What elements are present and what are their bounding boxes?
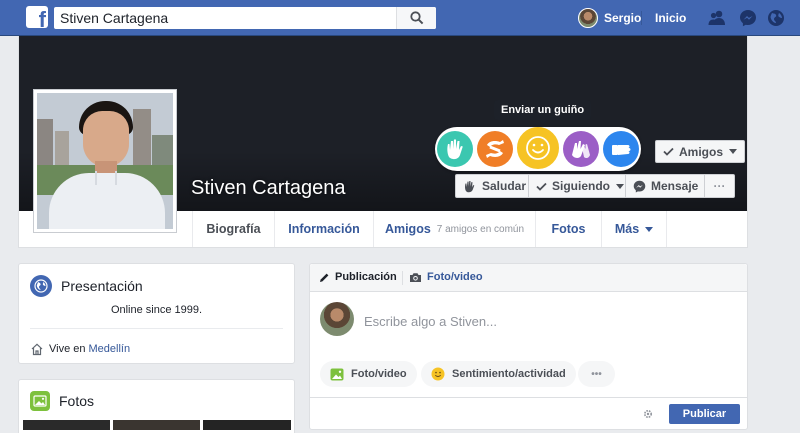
photo-video-label: Foto/video — [351, 368, 407, 380]
settings-icon[interactable] — [642, 408, 654, 420]
profile-photo-image — [37, 93, 173, 229]
more-options-button[interactable]: ··· — [704, 174, 735, 198]
following-button-label: Siguiendo — [552, 179, 610, 193]
tab-information[interactable]: Información — [274, 211, 373, 247]
user-name: Sergio — [604, 11, 642, 25]
wave-hand-icon[interactable] — [437, 131, 473, 167]
composer-more-button[interactable]: ••• — [578, 361, 615, 387]
divider — [30, 328, 283, 329]
home-link[interactable]: Inicio — [655, 11, 686, 25]
chevron-down-icon — [729, 149, 738, 154]
friends-dropdown-button[interactable]: Amigos — [655, 140, 746, 163]
avatar — [578, 8, 598, 28]
wave-picker — [435, 127, 641, 171]
search-box — [54, 7, 436, 29]
tab-label: Información — [288, 222, 360, 236]
lives-in-label: Vive en — [49, 343, 86, 355]
tab-post[interactable]: Publicación — [319, 271, 397, 283]
composer-input[interactable]: Escribe algo a Stiven... — [364, 314, 497, 329]
mutual-friends-count: 7 amigos en común — [436, 223, 525, 235]
lives-in-row: Vive en Medellín — [30, 342, 130, 356]
search-button[interactable] — [396, 7, 436, 29]
more-icon: ··· — [713, 179, 726, 193]
check-icon — [663, 147, 674, 156]
message-button[interactable]: Mensaje — [625, 174, 705, 198]
collar — [95, 171, 117, 185]
search-input[interactable] — [54, 7, 394, 29]
divider — [641, 11, 642, 25]
smiley-icon — [431, 367, 445, 381]
profile-tabs: Biografía Información Amigos 7 amigos en… — [19, 211, 747, 247]
facebook-logo-icon[interactable]: f — [26, 6, 48, 28]
feeling-activity-label: Sentimiento/actividad — [452, 368, 566, 380]
profile-name[interactable]: Stiven Cartagena — [191, 177, 346, 200]
photos-header: Fotos — [30, 391, 94, 411]
globe-notifications-icon[interactable] — [767, 9, 785, 27]
intro-header: Presentación — [30, 275, 143, 297]
photo-icon — [330, 368, 344, 381]
photo-icon — [30, 391, 50, 411]
message-button-label: Mensaje — [651, 179, 699, 193]
composer-tabs: Publicación Foto/video — [310, 264, 747, 292]
tab-friends[interactable]: Amigos 7 amigos en común — [373, 211, 535, 247]
tab-label: Más — [614, 222, 640, 236]
divider — [402, 271, 403, 285]
tab-label: Amigos — [384, 222, 431, 236]
tab-label: Foto/video — [427, 271, 483, 283]
photo-thumbnail[interactable] — [23, 420, 110, 430]
publish-button[interactable]: Publicar — [669, 404, 740, 424]
messenger-icon — [633, 180, 646, 193]
chevron-down-icon — [616, 183, 624, 189]
post-composer: Publicación Foto/video Escribe algo a St… — [309, 263, 748, 430]
fist-bump-icon[interactable] — [603, 131, 639, 167]
tab-photo-video[interactable]: Foto/video — [409, 271, 483, 283]
intro-title: Presentación — [61, 278, 143, 294]
following-dropdown-button[interactable]: Siguiendo — [528, 174, 626, 198]
friend-requests-icon[interactable] — [708, 9, 726, 27]
messenger-icon[interactable] — [739, 9, 757, 27]
check-icon — [536, 182, 547, 191]
smile-icon[interactable] — [517, 127, 559, 169]
city-link[interactable]: Medellín — [89, 343, 131, 355]
tab-label: Publicación — [335, 271, 397, 283]
hug-icon[interactable] — [477, 131, 513, 167]
high-five-icon[interactable] — [563, 131, 599, 167]
publish-button-label: Publicar — [682, 408, 727, 420]
intro-bio: Online since 1999. — [110, 304, 203, 316]
avatar — [320, 302, 354, 336]
photos-card: Fotos — [18, 379, 295, 433]
photo-thumbnail[interactable] — [113, 420, 200, 430]
pencil-icon — [320, 273, 329, 282]
globe-icon — [30, 275, 52, 297]
composer-footer: Publicar — [310, 397, 747, 429]
tab-biography[interactable]: Biografía — [192, 211, 274, 247]
house-icon — [31, 343, 43, 356]
face — [83, 111, 129, 167]
photo-video-button[interactable]: Foto/video — [320, 361, 417, 387]
search-icon — [410, 11, 424, 25]
profile-shortcut[interactable]: Sergio — [578, 7, 641, 29]
more-icon: ••• — [591, 368, 602, 380]
tab-more[interactable]: Más — [601, 211, 667, 247]
tab-label: Biografía — [206, 222, 261, 236]
profile-header: Stiven Cartagena Enviar un guiño Amigos … — [18, 36, 748, 248]
tab-label: Fotos — [551, 222, 586, 236]
greet-button[interactable]: Saludar — [455, 174, 529, 198]
feeling-activity-button[interactable]: Sentimiento/actividad — [421, 361, 576, 387]
intro-card: Presentación Online since 1999. Vive en … — [18, 263, 295, 364]
top-navigation-bar: f Sergio Inicio — [0, 0, 800, 36]
photos-title: Fotos — [59, 393, 95, 409]
chevron-down-icon — [645, 226, 654, 232]
wave-hand-icon — [463, 180, 477, 193]
camera-icon — [410, 272, 421, 282]
friends-button-label: Amigos — [679, 144, 724, 159]
wave-tooltip: Enviar un guiño — [494, 100, 592, 124]
greet-button-label: Saludar — [482, 179, 527, 193]
photo-thumbnail[interactable] — [203, 420, 291, 430]
tab-photos[interactable]: Fotos — [535, 211, 601, 247]
